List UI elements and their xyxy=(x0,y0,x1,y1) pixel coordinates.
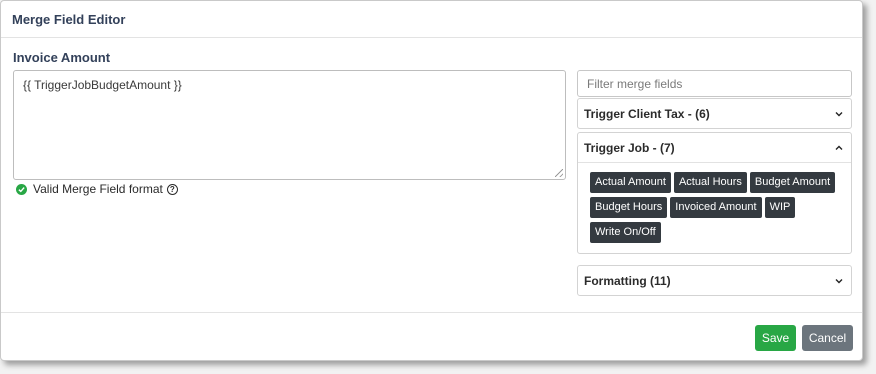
filter-merge-fields-input[interactable] xyxy=(577,70,852,97)
group-header-formatting[interactable]: Formatting (11) xyxy=(578,266,851,295)
question-circle-icon[interactable]: ? xyxy=(166,183,178,195)
merge-field-chip-budget-hours[interactable]: Budget Hours xyxy=(590,197,668,218)
merge-field-editor-dialog: Merge Field Editor Invoice Amount {{ Tri… xyxy=(0,0,863,361)
dialog-title: Merge Field Editor xyxy=(12,11,126,27)
save-button[interactable]: Save xyxy=(755,325,796,351)
validation-text: Valid Merge Field format xyxy=(33,182,163,196)
merge-field-value: {{ TriggerJobBudgetAmount }} xyxy=(23,78,182,92)
chip-row: Write On/Off xyxy=(590,222,843,243)
chevron-down-icon xyxy=(834,276,844,286)
group-trigger-job: Trigger Job - (7) Actual Amount Actual H… xyxy=(577,132,852,254)
merge-field-chip-invoiced-amount[interactable]: Invoiced Amount xyxy=(670,197,762,218)
validation-status: Valid Merge Field format ? xyxy=(16,182,178,196)
chip-row: Actual Amount Actual Hours Budget Amount xyxy=(590,172,843,193)
dialog-header: Merge Field Editor xyxy=(1,1,862,38)
check-circle-icon xyxy=(16,183,27,195)
chevron-down-icon xyxy=(834,109,844,119)
merge-field-chip-actual-hours[interactable]: Actual Hours xyxy=(673,172,747,193)
merge-field-chip-actual-amount[interactable]: Actual Amount xyxy=(590,172,671,193)
group-trigger-client-tax: Trigger Client Tax - (6) xyxy=(577,98,852,129)
group-title: Trigger Job - (7) xyxy=(584,140,675,155)
chip-row: Budget Hours Invoiced Amount WIP xyxy=(590,197,843,218)
merge-field-chip-budget-amount[interactable]: Budget Amount xyxy=(749,172,836,193)
group-title: Formatting (11) xyxy=(584,273,671,288)
merge-field-textarea[interactable]: {{ TriggerJobBudgetAmount }} xyxy=(13,70,566,180)
group-header-trigger-client-tax[interactable]: Trigger Client Tax - (6) xyxy=(578,99,851,128)
merge-field-chip-write-on-off[interactable]: Write On/Off xyxy=(590,222,661,243)
group-fields-trigger-job: Actual Amount Actual Hours Budget Amount… xyxy=(578,162,851,253)
field-label: Invoice Amount xyxy=(13,50,111,65)
resize-handle[interactable] xyxy=(555,169,563,177)
cancel-button[interactable]: Cancel xyxy=(802,325,853,351)
group-formatting: Formatting (11) xyxy=(577,265,852,296)
dialog-footer: Save Cancel xyxy=(1,312,862,362)
group-header-trigger-job[interactable]: Trigger Job - (7) xyxy=(578,133,851,162)
merge-field-chip-wip[interactable]: WIP xyxy=(764,197,796,218)
group-title: Trigger Client Tax - (6) xyxy=(584,106,710,121)
chevron-up-icon xyxy=(834,143,844,153)
